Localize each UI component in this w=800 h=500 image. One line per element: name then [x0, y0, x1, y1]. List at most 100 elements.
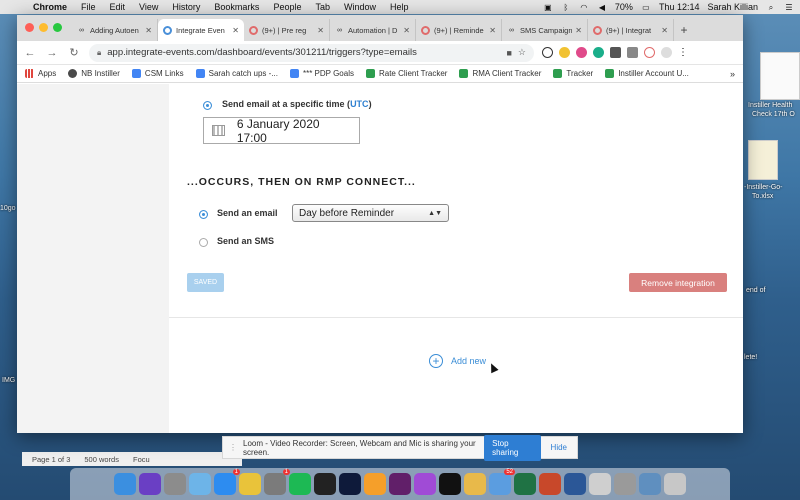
mail-dock-icon[interactable]: 52 — [489, 469, 515, 495]
sublime-dock-icon[interactable] — [364, 473, 386, 495]
volume-icon[interactable]: ◀ — [597, 3, 607, 12]
menu-app-name[interactable]: Chrome — [26, 2, 74, 12]
utc-link[interactable]: UTC — [350, 99, 369, 109]
stop-sharing-button[interactable]: Stop sharing — [484, 434, 541, 461]
address-bar[interactable]: 🔒︎ app.integrate-events.com/dashboard/ev… — [89, 43, 534, 62]
datetime-field[interactable]: 6 January 2020 17:00 — [203, 117, 360, 145]
bookmark-item[interactable]: NB Instiller — [68, 69, 120, 78]
bookmark-item[interactable]: Rate Client Tracker — [365, 69, 447, 78]
app-store-dock-icon[interactable]: 1 — [214, 469, 240, 495]
powerpoint-dock-icon[interactable] — [539, 473, 561, 495]
new-tab-button[interactable]: + — [674, 19, 694, 41]
tab-close-icon[interactable]: ✕ — [489, 26, 496, 35]
siri-dock-icon[interactable] — [139, 473, 161, 495]
terminal-dock-icon[interactable] — [314, 473, 336, 495]
back-arrow-icon[interactable]: ← — [23, 47, 37, 59]
bookmark-item[interactable]: Tracker — [553, 69, 593, 78]
word-focus[interactable]: Focu — [133, 455, 150, 464]
tab-close-icon[interactable]: ✕ — [575, 26, 582, 35]
tab[interactable]: ∞ SMS Campaign ✕ — [502, 19, 588, 41]
notes-dock-icon[interactable] — [589, 473, 611, 495]
desktop-file-icon[interactable] — [760, 52, 800, 100]
word-dock-icon[interactable] — [564, 473, 586, 495]
xlsx-file-icon[interactable] — [748, 140, 778, 180]
menu-help[interactable]: Help — [383, 2, 416, 12]
menubar-user[interactable]: Sarah Killian — [707, 2, 758, 12]
launchpad-dock-icon[interactable] — [164, 473, 186, 495]
slack-dock-icon[interactable] — [389, 473, 411, 495]
bookmark-apps[interactable]: Apps — [25, 69, 56, 78]
extension-icon[interactable] — [593, 47, 604, 58]
bookmark-item[interactable]: Sarah catch ups -... — [195, 69, 278, 78]
tab[interactable]: (9+) | Integrat ✕ — [588, 19, 674, 41]
tab-close-icon[interactable]: ✕ — [145, 26, 152, 35]
photoshop-dock-icon[interactable] — [339, 473, 361, 495]
bluetooth-icon[interactable]: ᛒ — [561, 3, 571, 12]
tv-dock-icon[interactable] — [439, 473, 461, 495]
hide-button[interactable]: Hide — [547, 443, 571, 452]
menu-edit[interactable]: Edit — [103, 2, 133, 12]
status-icon[interactable]: ▣ — [543, 3, 553, 12]
camera-extension-icon[interactable] — [627, 47, 638, 58]
extension-icon[interactable] — [559, 47, 570, 58]
camera-icon[interactable]: ■ — [506, 48, 511, 58]
system-preferences-dock-icon[interactable]: 1 — [264, 469, 290, 495]
add-new-button[interactable]: + Add new — [429, 354, 486, 368]
menu-file[interactable]: File — [74, 2, 103, 12]
menu-people[interactable]: People — [266, 2, 308, 12]
tab[interactable]: (9+) | Reminde ✕ — [416, 19, 502, 41]
screenshot-dock-icon[interactable] — [614, 473, 636, 495]
bookmark-item[interactable]: Instiller Account U... — [605, 69, 689, 78]
menu-bookmarks[interactable]: Bookmarks — [207, 2, 266, 12]
maximize-window-icon[interactable] — [53, 23, 62, 32]
finder-dock-icon[interactable] — [114, 473, 136, 495]
reload-icon[interactable]: ↻ — [67, 46, 81, 59]
url-text[interactable]: app.integrate-events.com/dashboard/event… — [107, 47, 417, 58]
extension-icon[interactable] — [576, 47, 587, 58]
info-extension-icon[interactable] — [542, 47, 553, 58]
drag-handle-icon[interactable]: ⋮ — [229, 443, 237, 452]
radio-send-sms[interactable] — [199, 238, 208, 247]
tab-close-icon[interactable]: ✕ — [232, 26, 239, 35]
bookmark-item[interactable]: *** PDP Goals — [289, 69, 354, 78]
preview-dock-icon[interactable] — [189, 473, 211, 495]
tab[interactable]: ∞ Adding Autoen ✕ — [72, 19, 158, 41]
lock-icon[interactable]: 🔒︎ — [97, 48, 101, 58]
wifi-icon[interactable]: ◠ — [579, 3, 589, 12]
extension-icon[interactable] — [610, 47, 621, 58]
menu-window[interactable]: Window — [337, 2, 383, 12]
search-icon[interactable]: ⌕ — [766, 3, 776, 12]
tab[interactable]: ∞ Automation | D ✕ — [330, 19, 416, 41]
bookmark-item[interactable]: CSM Links — [131, 69, 184, 78]
excel-dock-icon[interactable] — [514, 473, 536, 495]
forward-arrow-icon[interactable]: → — [45, 47, 59, 59]
spotify-dock-icon[interactable] — [289, 473, 311, 495]
bookmark-item[interactable]: RMA Client Tracker — [459, 69, 541, 78]
photos-dock-icon[interactable] — [464, 473, 486, 495]
extension-icon[interactable] — [644, 47, 655, 58]
saved-button[interactable]: SAVED — [187, 273, 224, 292]
tab-close-icon[interactable]: ✕ — [661, 26, 668, 35]
radio-send-email[interactable] — [199, 210, 208, 219]
tab-close-icon[interactable]: ✕ — [403, 26, 410, 35]
notification-center-icon[interactable]: ☰ — [784, 3, 794, 12]
menu-tab[interactable]: Tab — [308, 2, 337, 12]
radio-specific-time[interactable] — [203, 101, 212, 110]
folder-dock-icon[interactable] — [639, 473, 661, 495]
tab-active[interactable]: Integrate Even ✕ — [158, 19, 244, 41]
menu-history[interactable]: History — [165, 2, 207, 12]
menubar-clock[interactable]: Thu 12:14 — [659, 2, 700, 12]
tab-close-icon[interactable]: ✕ — [317, 26, 324, 35]
battery-icon[interactable]: ▭ — [641, 3, 651, 12]
menu-view[interactable]: View — [132, 2, 165, 12]
bookmark-star-icon[interactable]: ☆ — [518, 47, 526, 58]
profile-avatar-icon[interactable] — [661, 47, 672, 58]
remove-integration-button[interactable]: Remove integration — [629, 273, 727, 292]
chrome-menu-icon[interactable]: ⋮ — [678, 47, 688, 58]
close-window-icon[interactable] — [25, 23, 34, 32]
tab[interactable]: (9+) | Pre reg ✕ — [244, 19, 330, 41]
podcasts-dock-icon[interactable] — [414, 473, 436, 495]
email-template-select[interactable]: Day before Reminder ▲▼ — [292, 204, 449, 222]
minimize-window-icon[interactable] — [39, 23, 48, 32]
battery-percent[interactable]: 70% — [615, 2, 633, 12]
